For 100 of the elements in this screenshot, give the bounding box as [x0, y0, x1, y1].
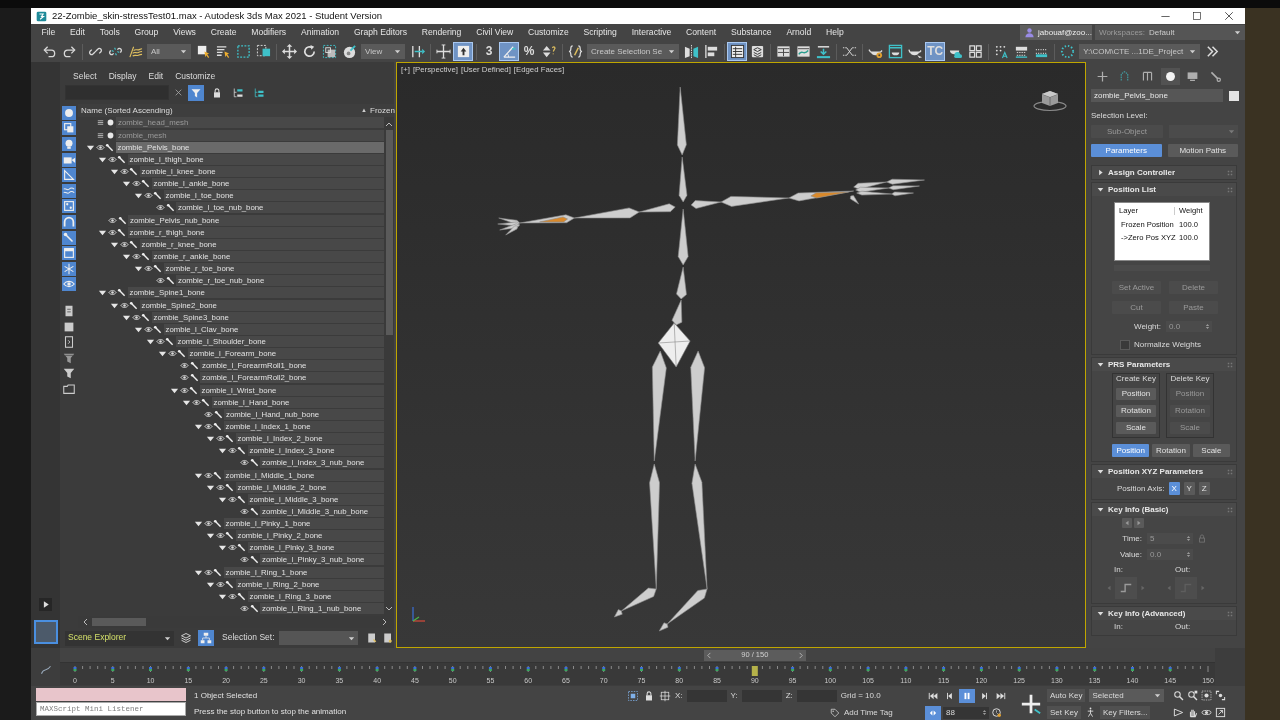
- menu-item[interactable]: Views: [165, 27, 204, 38]
- clear-x-icon[interactable]: [174, 88, 183, 98]
- axis-button[interactable]: Z: [1198, 482, 1210, 495]
- eye-icon[interactable]: [131, 179, 141, 189]
- menu-item[interactable]: Civil View: [468, 27, 521, 38]
- bone-icon[interactable]: [62, 230, 76, 245]
- bulb-icon[interactable]: [62, 137, 76, 152]
- menu-item[interactable]: Create: [203, 27, 244, 38]
- sphere-icon[interactable]: [62, 105, 76, 120]
- eye-icon[interactable]: [215, 531, 225, 541]
- stacked-lines-icon[interactable]: [96, 130, 105, 140]
- lock-icon[interactable]: [643, 689, 655, 702]
- column-header[interactable]: Name (Sorted Ascending): [81, 105, 362, 115]
- eye-icon[interactable]: [143, 264, 153, 274]
- eye-icon[interactable]: [167, 349, 177, 359]
- eye-icon[interactable]: [156, 276, 165, 286]
- eye-icon[interactable]: [203, 567, 213, 577]
- menu-item[interactable]: Group: [127, 27, 166, 38]
- menu-item[interactable]: File: [34, 27, 63, 38]
- column-header[interactable]: Frozen: [370, 105, 394, 115]
- bracket-document-icon[interactable]: [62, 335, 76, 350]
- caret-icon[interactable]: [134, 191, 143, 201]
- eye-icon[interactable]: [143, 324, 153, 334]
- track-tab[interactable]: Scale: [1192, 444, 1230, 457]
- menu-item[interactable]: Rendering: [414, 27, 469, 38]
- maximize-frame-icon[interactable]: [1215, 707, 1226, 718]
- caret-icon[interactable]: [1097, 610, 1104, 618]
- toolbar-dropdown[interactable]: Y:\COM\CTE ...1DE_Project: [1079, 44, 1201, 59]
- eye-icon[interactable]: [131, 312, 141, 322]
- caret-icon[interactable]: [158, 349, 167, 359]
- eye-icon[interactable]: [203, 470, 213, 480]
- eye-icon[interactable]: [227, 543, 237, 553]
- object-name-field[interactable]: zombie_Pelvis_bone: [1091, 89, 1223, 102]
- eye-icon[interactable]: [203, 421, 213, 431]
- menu-item[interactable]: Modifiers: [243, 27, 294, 38]
- eye-icon[interactable]: [203, 519, 213, 529]
- caret-icon[interactable]: [98, 288, 107, 298]
- menu-item[interactable]: Help: [818, 27, 852, 38]
- triangle-ruler-icon[interactable]: [62, 168, 76, 183]
- orbit-icon[interactable]: [1201, 707, 1212, 718]
- frame-field[interactable]: 88: [943, 706, 989, 719]
- toolbar-dropdown[interactable]: View: [361, 44, 405, 59]
- eye-icon[interactable]: [119, 239, 129, 249]
- eye-icon[interactable]: [240, 555, 249, 565]
- caret-icon[interactable]: [1097, 361, 1104, 368]
- checkbox-icon[interactable]: [1120, 340, 1130, 350]
- mode-button[interactable]: Motion Paths: [1167, 144, 1238, 157]
- triangle-outline-icon[interactable]: [1173, 707, 1184, 718]
- eye-icon[interactable]: [227, 494, 237, 504]
- window-icon[interactable]: [62, 246, 76, 261]
- caret-icon[interactable]: [1097, 186, 1104, 193]
- toolbar-dropdown[interactable]: All: [147, 44, 191, 59]
- eye-icon[interactable]: [240, 506, 249, 516]
- eye-icon[interactable]: [215, 434, 225, 444]
- toolbar-button[interactable]: [433, 42, 453, 61]
- caret-icon[interactable]: [206, 434, 215, 444]
- document-pin-icon[interactable]: [382, 632, 394, 645]
- eye-icon[interactable]: [107, 227, 117, 237]
- menu-item[interactable]: Customize: [520, 27, 577, 38]
- account-menu[interactable]: jabouaf@zoo...: [1020, 25, 1092, 40]
- caret-icon[interactable]: [110, 167, 119, 176]
- menu-item[interactable]: Substance: [723, 27, 779, 38]
- workspace-dropdown[interactable]: Workspaces: Default: [1095, 25, 1245, 40]
- key-set-dropdown[interactable]: Selected: [1089, 689, 1165, 702]
- menu-item[interactable]: Edit: [62, 27, 93, 38]
- menu-item[interactable]: Select: [67, 72, 103, 82]
- explorer-dropdown[interactable]: Scene Explorer: [65, 630, 175, 646]
- menu-item[interactable]: Arnold: [779, 27, 819, 38]
- eye-icon[interactable]: [215, 482, 225, 492]
- caret-icon[interactable]: [218, 543, 227, 553]
- eye-icon[interactable]: [108, 215, 117, 225]
- eye-icon[interactable]: [240, 604, 249, 614]
- caret-icon[interactable]: [206, 531, 215, 541]
- caret-icon[interactable]: [122, 179, 131, 189]
- menu-item[interactable]: Scripting: [576, 27, 625, 38]
- crosshair-square-icon[interactable]: [659, 689, 671, 702]
- playback-button[interactable]: [959, 688, 975, 703]
- funnel-icon[interactable]: [62, 366, 76, 381]
- tag-icon[interactable]: [830, 707, 840, 718]
- toolbar-button[interactable]: [279, 42, 299, 61]
- auto-key-button[interactable]: Auto Key: [1047, 689, 1086, 702]
- eye-icon[interactable]: [155, 336, 165, 346]
- eye-icon[interactable]: [143, 191, 153, 201]
- key-mode-button[interactable]: [925, 705, 941, 720]
- menu-item[interactable]: Display: [102, 72, 143, 82]
- maxscript-input-field[interactable]: [36, 688, 186, 701]
- key-filters-button[interactable]: Key Filters...: [1100, 706, 1151, 719]
- toolbar-dropdown[interactable]: Create Selection Se: [587, 44, 680, 59]
- view-mode-button[interactable]: [198, 630, 215, 647]
- menu-item[interactable]: Customize: [169, 72, 222, 82]
- axis-button[interactable]: Y: [1183, 482, 1195, 495]
- caret-icon[interactable]: [134, 264, 143, 274]
- wave-lines-icon[interactable]: [62, 183, 76, 198]
- caret-icon[interactable]: [1097, 169, 1104, 176]
- stick-figure-icon[interactable]: [1085, 707, 1096, 718]
- menu-item[interactable]: Graph Editors: [346, 27, 415, 38]
- overlapping-squares-icon[interactable]: [62, 121, 76, 136]
- square-dots-icon[interactable]: [62, 199, 76, 214]
- view-cube-icon[interactable]: [1033, 88, 1067, 112]
- asterisk-icon[interactable]: [62, 261, 76, 276]
